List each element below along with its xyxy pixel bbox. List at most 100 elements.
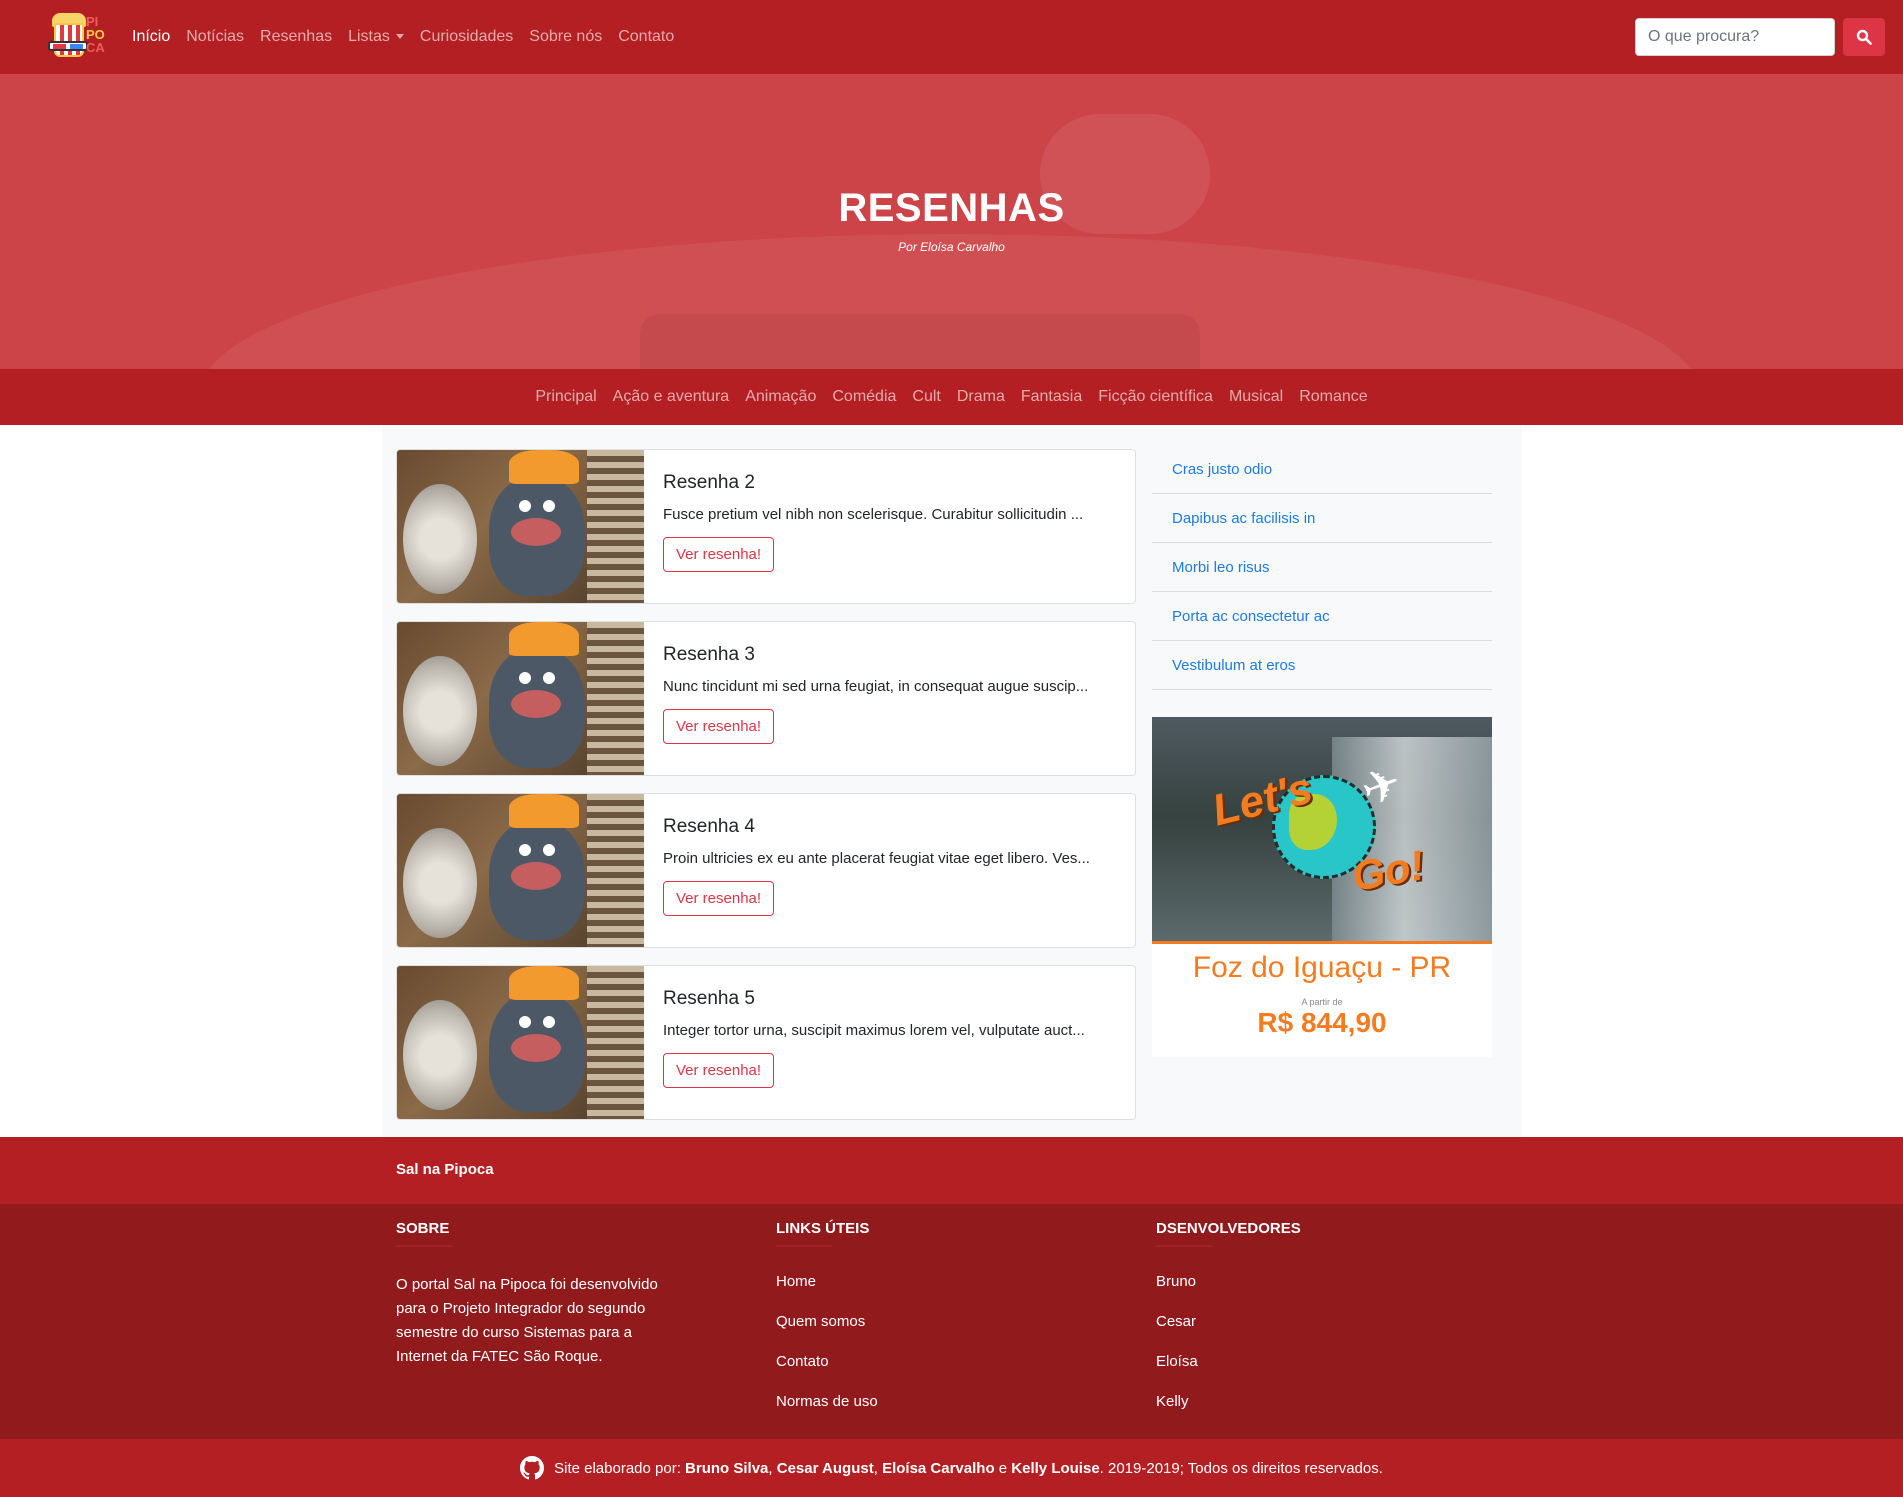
view-review-button[interactable]: Ver resenha! xyxy=(663,1053,775,1088)
search-button[interactable] xyxy=(1843,18,1885,56)
nav-dropdown-listas-label: Listas xyxy=(348,28,390,45)
sidebar-link[interactable]: Dapibus ac facilisis in xyxy=(1152,494,1492,543)
footer-brand: Sal na Pipoca xyxy=(396,1161,494,1178)
footer-dev-link[interactable]: Cesar xyxy=(1156,1313,1212,1335)
nav-link-inicio[interactable]: Início xyxy=(132,28,170,46)
credits-and: e xyxy=(998,1459,1008,1477)
footer-dev-link[interactable]: Kelly xyxy=(1156,1393,1212,1415)
review-card: Resenha 4 Proin ultricies ex eu ante pla… xyxy=(396,793,1136,948)
search-input[interactable] xyxy=(1635,18,1835,56)
view-review-button[interactable]: Ver resenha! xyxy=(663,881,775,916)
thumbnail-hat xyxy=(509,622,579,656)
category-romance[interactable]: Romance xyxy=(1299,388,1367,406)
search-form xyxy=(1635,18,1885,56)
credits-separator: , xyxy=(768,1459,773,1477)
ad-price: R$ 844,90 xyxy=(1257,1007,1387,1038)
top-navbar: PI PO CA Início Notícias Resenhas Listas… xyxy=(0,0,1903,74)
page-title: RESENHAS xyxy=(838,186,1065,230)
view-review-button[interactable]: Ver resenha! xyxy=(663,537,775,572)
review-card-body: Resenha 5 Integer tortor urna, suscipit … xyxy=(663,966,1115,1088)
category-acao-e-aventura[interactable]: Ação e aventura xyxy=(613,388,730,406)
thumbnail-rat xyxy=(489,476,585,596)
review-excerpt: Fusce pretium vel nibh non scelerisque. … xyxy=(663,506,1084,523)
footer-dev-link[interactable]: Bruno xyxy=(1156,1273,1212,1295)
thumbnail-blinds xyxy=(587,966,644,1119)
review-excerpt: Integer tortor urna, suscipit maximus lo… xyxy=(663,1022,1085,1039)
footer-link-home[interactable]: Home xyxy=(776,1273,878,1295)
category-principal[interactable]: Principal xyxy=(535,388,596,406)
sidebar-link[interactable]: Morbi leo risus xyxy=(1152,543,1492,592)
credit-name: Eloísa Carvalho xyxy=(882,1459,995,1477)
review-excerpt: Proin ultricies ex eu ante placerat feug… xyxy=(663,850,1090,867)
thumbnail-rat xyxy=(489,648,585,768)
review-card: Resenha 2 Fusce pretium vel nibh non sce… xyxy=(396,449,1136,604)
review-title: Resenha 5 xyxy=(663,988,755,1009)
footer-columns: SOBRE O portal Sal na Pipoca foi desenvo… xyxy=(0,1204,1903,1439)
footer-links-title: LINKS ÚTEIS xyxy=(776,1220,869,1247)
category-musical[interactable]: Musical xyxy=(1229,388,1283,406)
review-card-body: Resenha 4 Proin ultricies ex eu ante pla… xyxy=(663,794,1115,916)
logo-bucket xyxy=(54,23,84,57)
footer-credits: Site elaborado por: Bruno Silva, Cesar A… xyxy=(0,1439,1903,1497)
credits-text: Site elaborado por: Bruno Silva, Cesar A… xyxy=(554,1460,1383,1477)
footer-dev-link[interactable]: Eloísa xyxy=(1156,1353,1212,1375)
review-card-body: Resenha 3 Nunc tincidunt mi sed urna feu… xyxy=(663,622,1115,744)
footer-about-text: O portal Sal na Pipoca foi desenvolvido … xyxy=(396,1276,658,1365)
thumbnail-plate xyxy=(403,828,477,938)
review-card-body: Resenha 2 Fusce pretium vel nibh non sce… xyxy=(663,450,1115,572)
review-excerpt: Nunc tincidunt mi sed urna feugiat, in c… xyxy=(663,678,1089,695)
credits-prefix: Site elaborado por: xyxy=(554,1459,681,1477)
nav-link-sobre-nos[interactable]: Sobre nós xyxy=(529,28,602,46)
site-logo[interactable]: PI PO CA xyxy=(42,7,112,67)
credits-separator: , xyxy=(873,1459,878,1477)
footer-link-quem-somos[interactable]: Quem somos xyxy=(776,1313,878,1335)
travel-ad-banner[interactable]: Let's Go! ✈ Foz do Iguaçu - PR A partir … xyxy=(1152,717,1492,1057)
search-icon xyxy=(1856,29,1872,45)
nav-link-curiosidades[interactable]: Curiosidades xyxy=(420,28,513,46)
credits-suffix: . 2019-2019; Todos os direitos reservado… xyxy=(1099,1459,1383,1477)
credit-name: Kelly Louise xyxy=(1011,1459,1100,1477)
nav-link-noticias[interactable]: Notícias xyxy=(186,28,244,46)
review-thumbnail[interactable] xyxy=(397,794,644,947)
logo-text: PI PO CA xyxy=(86,14,105,55)
nav-link-contato[interactable]: Contato xyxy=(618,28,674,46)
category-ficcao-cientifica[interactable]: Ficção científica xyxy=(1098,388,1213,406)
sidebar-link[interactable]: Cras justo odio xyxy=(1152,445,1492,494)
hero-banner: RESENHAS Por Eloísa Carvalho xyxy=(0,74,1903,369)
thumbnail-hat xyxy=(509,450,579,484)
review-thumbnail[interactable] xyxy=(397,966,644,1119)
view-review-button[interactable]: Ver resenha! xyxy=(663,709,775,744)
category-comedia[interactable]: Comédia xyxy=(832,388,896,406)
main-content: Resenha 2 Fusce pretium vel nibh non sce… xyxy=(382,425,1522,1137)
sidebar-link-list: Cras justo odio Dapibus ac facilisis in … xyxy=(1152,445,1492,690)
category-cult[interactable]: Cult xyxy=(912,388,940,406)
thumbnail-hat xyxy=(509,794,579,828)
thumbnail-plate xyxy=(403,1000,477,1110)
review-thumbnail[interactable] xyxy=(397,622,644,775)
github-icon[interactable] xyxy=(520,1456,545,1480)
review-title: Resenha 3 xyxy=(663,644,755,665)
review-card: Resenha 3 Nunc tincidunt mi sed urna feu… xyxy=(396,621,1136,776)
main-menu: Início Notícias Resenhas Listas Curiosid… xyxy=(132,28,674,46)
ad-price-prefix: A partir de xyxy=(1301,997,1343,1007)
thumbnail-rat xyxy=(489,820,585,940)
nav-link-resenhas[interactable]: Resenhas xyxy=(260,28,332,46)
category-nav: Principal Ação e aventura Animação Coméd… xyxy=(0,369,1903,425)
review-thumbnail[interactable] xyxy=(397,450,644,603)
nav-dropdown-listas[interactable]: Listas xyxy=(348,28,404,46)
footer-about-column: SOBRE O portal Sal na Pipoca foi desenvo… xyxy=(396,1220,666,1369)
category-drama[interactable]: Drama xyxy=(957,388,1005,406)
sidebar-link[interactable]: Vestibulum at eros xyxy=(1152,641,1492,690)
sidebar-link[interactable]: Porta ac consectetur ac xyxy=(1152,592,1492,641)
category-fantasia[interactable]: Fantasia xyxy=(1021,388,1082,406)
footer-link-contato[interactable]: Contato xyxy=(776,1353,878,1375)
review-title: Resenha 4 xyxy=(663,816,755,837)
footer-about-title: SOBRE xyxy=(396,1220,452,1247)
hero-background-shape xyxy=(640,314,1200,369)
thumbnail-hat xyxy=(509,966,579,1000)
caret-down-icon xyxy=(395,34,404,40)
footer-link-normas[interactable]: Normas de uso xyxy=(776,1393,878,1415)
ad-divider xyxy=(1152,941,1492,944)
category-animacao[interactable]: Animação xyxy=(745,388,816,406)
credit-name: Cesar August xyxy=(776,1459,874,1477)
